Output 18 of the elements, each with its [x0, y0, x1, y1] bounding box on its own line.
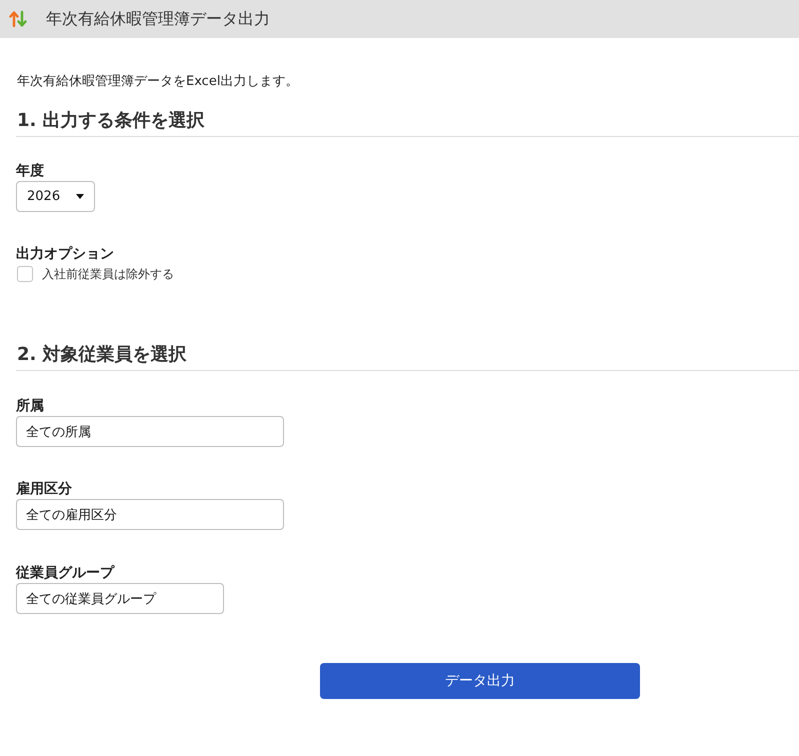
field-label: 所属 [16, 397, 44, 416]
sort-arrows-icon [9, 10, 27, 28]
field-label: 雇用区分 [16, 480, 72, 499]
caret-icon [76, 194, 84, 199]
export-button[interactable]: データ出力 [320, 663, 640, 699]
text-field[interactable]: 全ての所属 [16, 416, 284, 447]
text-field[interactable]: 全ての従業員グループ [16, 583, 224, 614]
description-text: 年次有給休暇管理簿データをExcel出力します。 [17, 73, 300, 91]
section-heading: 1. 出力する条件を選択 [16, 109, 799, 137]
section-heading: 2. 対象従業員を選択 [16, 343, 799, 371]
checkbox[interactable] [17, 266, 33, 282]
window-title: 年次有給休暇管理簿データ出力 [46, 8, 270, 30]
year-select[interactable]: 2026 [16, 181, 95, 212]
field-label: 従業員グループ [16, 564, 114, 583]
field-label: 出力オプション [16, 245, 114, 264]
text-field[interactable]: 全ての雇用区分 [16, 499, 284, 530]
checkbox-label[interactable]: 入社前従業員は除外する [42, 266, 174, 282]
field-label: 年度 [16, 162, 44, 181]
